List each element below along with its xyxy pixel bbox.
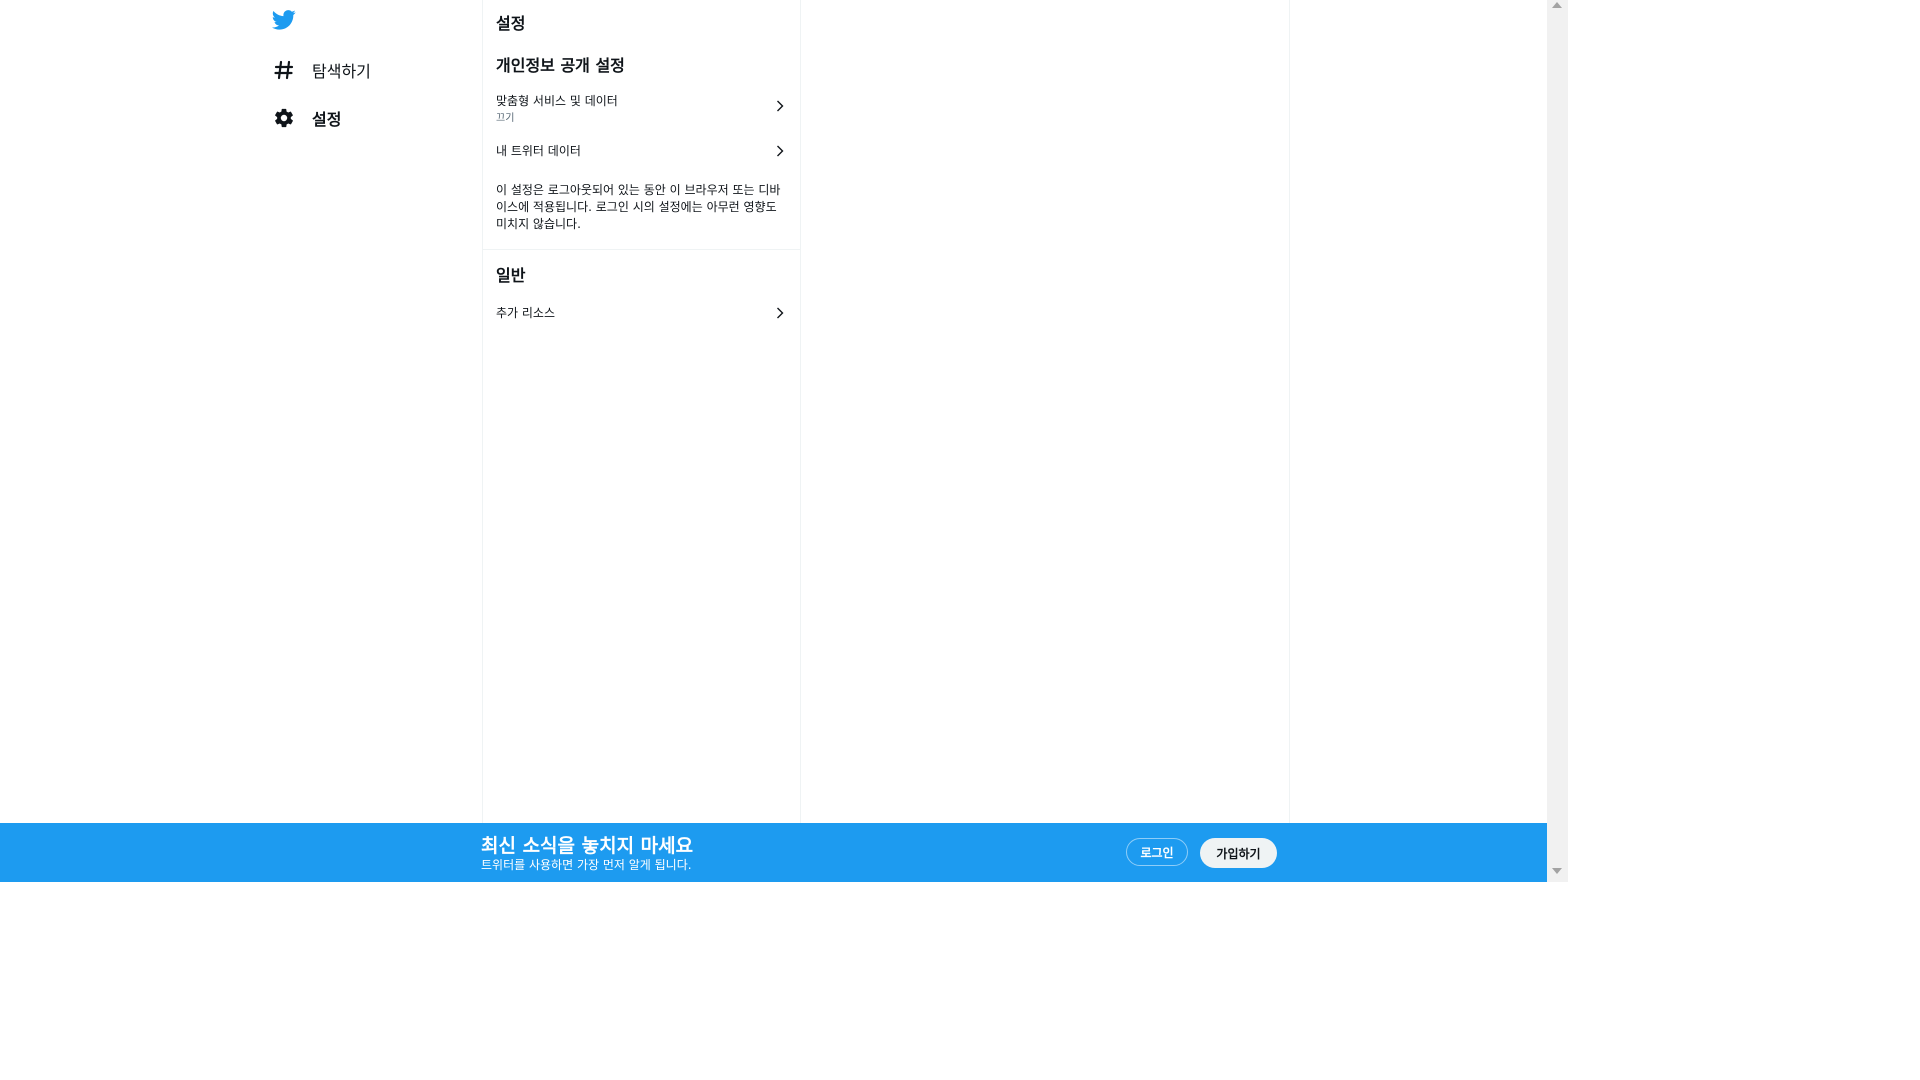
additional-resources-row[interactable]: 추가 리소스 [483, 298, 800, 328]
general-section-heading: 일반 [496, 266, 526, 285]
row-value: 끄기 [496, 113, 515, 124]
row-label: 추가 리소스 [496, 306, 556, 320]
scroll-up-arrow-icon[interactable] [1552, 2, 1562, 8]
detail-column [799, 0, 1290, 882]
chevron-right-icon [777, 307, 784, 319]
personalization-data-row[interactable]: 맞춤형 서비스 및 데이터 끄기 [483, 86, 800, 126]
banner-subtitle: 트위터를 사용하면 가장 먼저 알게 됩니다. [481, 858, 692, 872]
vertical-scrollbar[interactable] [1547, 0, 1568, 882]
settings-column: 설정 개인정보 공개 설정 맞춤형 서비스 및 데이터 끄기 내 트위터 데이터… [482, 0, 801, 882]
chevron-right-icon [777, 145, 784, 157]
privacy-description: 이 설정은 로그아웃되어 있는 동안 이 브라우저 또는 디바이스에 적용됩니다… [496, 183, 781, 231]
nav-item-label: 설정 [312, 110, 342, 129]
login-button[interactable]: 로그인 [1126, 838, 1188, 866]
signup-button[interactable]: 가입하기 [1200, 838, 1277, 868]
row-label: 내 트위터 데이터 [496, 144, 581, 158]
signup-banner: 최신 소식을 놓치지 마세요 트위터를 사용하면 가장 먼저 알게 됩니다. 로… [0, 823, 1547, 882]
nav-item-settings[interactable]: 설정 [262, 96, 341, 140]
row-label: 맞춤형 서비스 및 데이터 [496, 94, 618, 108]
privacy-section-heading: 개인정보 공개 설정 [496, 56, 625, 75]
scroll-down-arrow-icon[interactable] [1552, 868, 1562, 874]
twitter-logo-icon[interactable] [271, 10, 298, 34]
nav-item-explore[interactable]: 탐색하기 [262, 48, 371, 92]
banner-title: 최신 소식을 놓치지 마세요 [481, 835, 694, 857]
section-divider [483, 249, 800, 250]
page-title: 설정 [496, 14, 526, 33]
gear-icon [262, 107, 306, 129]
hashtag-icon [262, 60, 306, 80]
nav-item-label: 탐색하기 [312, 62, 371, 81]
twitter-data-row[interactable]: 내 트위터 데이터 [483, 136, 800, 166]
left-navigation: 탐색하기 설정 [262, 0, 482, 882]
chevron-right-icon [777, 100, 784, 112]
